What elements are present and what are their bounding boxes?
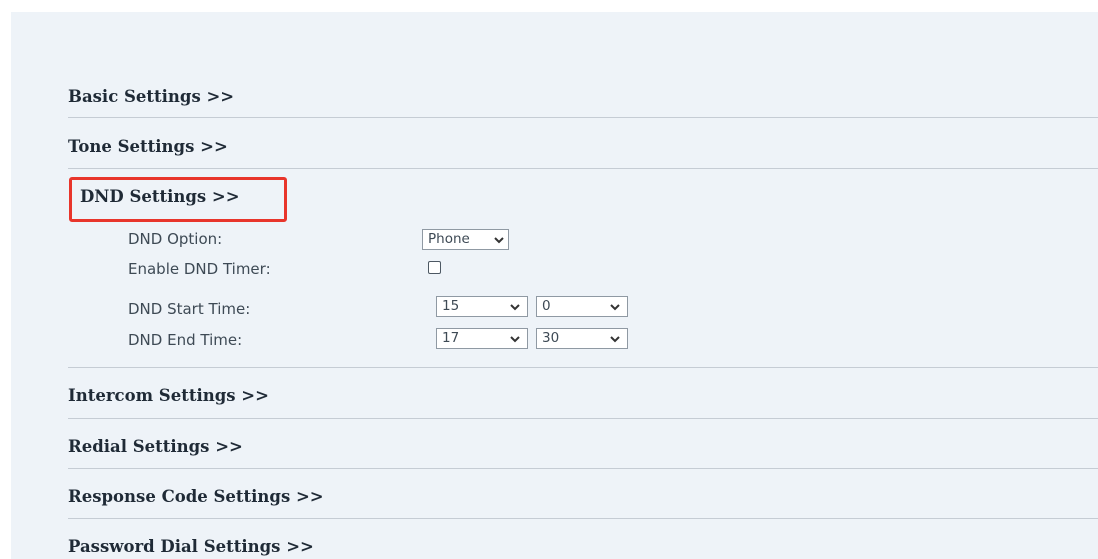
chevron-down-icon xyxy=(610,304,620,311)
chevron-down-icon xyxy=(494,237,504,244)
dnd-start-hour-value: 15 xyxy=(442,298,460,314)
section-response-code-settings[interactable]: Response Code Settings >> xyxy=(68,487,1098,506)
divider xyxy=(68,518,1098,519)
dnd-start-time-label: DND Start Time: xyxy=(128,300,251,318)
dnd-start-minute-select[interactable]: 0 xyxy=(536,296,628,317)
divider xyxy=(68,117,1098,118)
section-tone-settings[interactable]: Tone Settings >> xyxy=(68,137,1098,156)
divider xyxy=(68,418,1098,419)
dnd-end-minute-value: 30 xyxy=(542,330,560,346)
section-basic-settings[interactable]: Basic Settings >> xyxy=(68,87,1098,106)
dnd-option-select[interactable]: Phone xyxy=(422,229,509,250)
enable-dnd-timer-label: Enable DND Timer: xyxy=(128,260,271,278)
dnd-option-value: Phone xyxy=(428,231,470,247)
enable-dnd-timer-checkbox[interactable] xyxy=(428,261,441,274)
dnd-end-hour-select[interactable]: 17 xyxy=(436,328,528,349)
dnd-option-label: DND Option: xyxy=(128,230,223,248)
dnd-highlight-box xyxy=(69,177,287,222)
dnd-start-hour-select[interactable]: 15 xyxy=(436,296,528,317)
chevron-down-icon xyxy=(610,336,620,343)
dnd-end-time-label: DND End Time: xyxy=(128,331,243,349)
section-password-dial-settings[interactable]: Password Dial Settings >> xyxy=(68,537,1098,556)
chevron-down-icon xyxy=(510,336,520,343)
divider xyxy=(68,367,1098,368)
section-redial-settings[interactable]: Redial Settings >> xyxy=(68,437,1098,456)
dnd-end-minute-select[interactable]: 30 xyxy=(536,328,628,349)
divider xyxy=(68,468,1098,469)
dnd-start-minute-value: 0 xyxy=(542,298,551,314)
dnd-end-hour-value: 17 xyxy=(442,330,460,346)
divider xyxy=(68,168,1098,169)
section-intercom-settings[interactable]: Intercom Settings >> xyxy=(68,386,1098,405)
chevron-down-icon xyxy=(510,304,520,311)
